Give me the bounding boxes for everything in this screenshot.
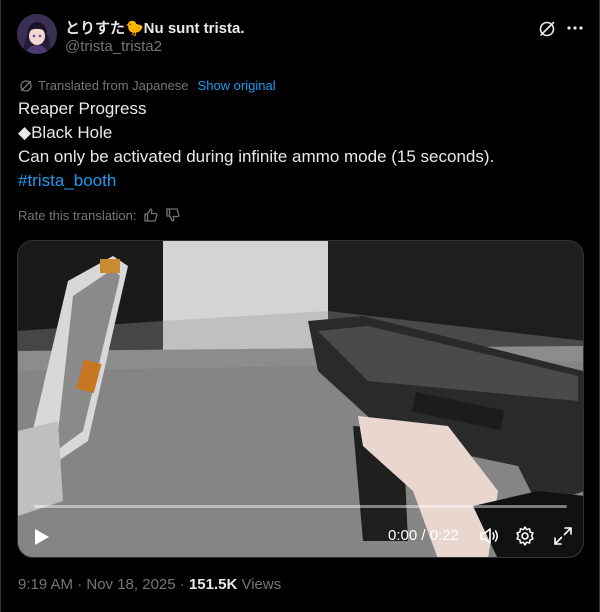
video-frame	[18, 241, 583, 557]
tweet-line: Can only be activated during infinite am…	[18, 147, 495, 166]
video-progress-bar[interactable]	[34, 505, 567, 508]
tweet-meta: 9:19 AM · Nov 18, 2025 · 151.5K Views	[18, 576, 281, 593]
tweet-text: Reaper Progress ◆Black Hole Can only be …	[18, 97, 494, 193]
author-handle[interactable]: @trista_trista2	[65, 38, 162, 55]
hashtag-link[interactable]: #trista_booth	[18, 169, 494, 193]
thumbs-up-icon[interactable]	[143, 207, 159, 223]
rate-translation: Rate this translation:	[18, 207, 181, 223]
author-display-name[interactable]: とりすた🐤Nu sunt trista.	[65, 17, 245, 38]
volume-icon[interactable]	[478, 525, 500, 547]
views-count: 151.5K	[188, 576, 238, 593]
avatar[interactable]	[17, 14, 57, 54]
views-label: Views	[237, 576, 282, 593]
play-icon[interactable]	[30, 526, 52, 548]
show-original-link[interactable]: Show original	[198, 78, 276, 93]
video-time: 0:00 / 0:22	[388, 527, 459, 544]
translate-icon	[20, 79, 32, 92]
tweet-line: ◆Black Hole	[18, 123, 113, 142]
tweet-card: とりすた🐤Nu sunt trista. @trista_trista2 Tra…	[0, 0, 600, 612]
rate-label: Rate this translation:	[18, 207, 137, 223]
more-icon[interactable]	[565, 18, 585, 38]
settings-icon[interactable]	[514, 525, 536, 547]
translated-label: Translated from Japanese	[38, 78, 189, 93]
tweet-line: Reaper Progress	[18, 99, 147, 118]
video-player[interactable]: 0:00 / 0:22	[17, 240, 584, 558]
translation-notice: Translated from Japanese Show original	[19, 78, 276, 93]
fullscreen-icon[interactable]	[552, 525, 574, 547]
tweet-timestamp[interactable]: 9:19 AM · Nov 18, 2025 ·	[18, 576, 189, 593]
grok-icon[interactable]	[537, 19, 557, 39]
thumbs-down-icon[interactable]	[165, 207, 181, 223]
